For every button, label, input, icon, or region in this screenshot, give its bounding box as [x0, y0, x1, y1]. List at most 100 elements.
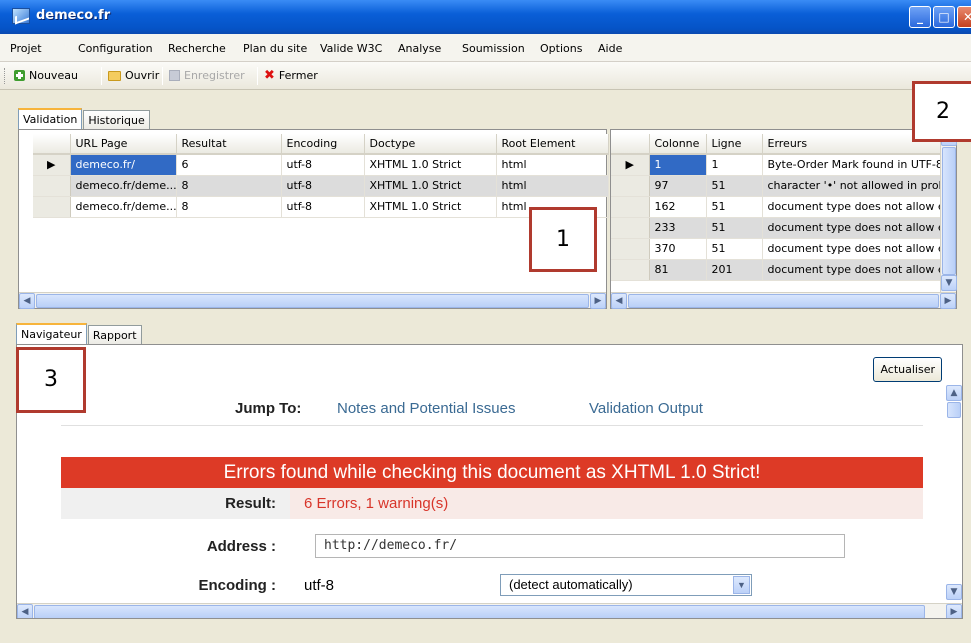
row-header[interactable] [611, 217, 650, 239]
row-header[interactable] [33, 196, 71, 218]
table-row[interactable]: 162 51 document type does not allow elen [611, 196, 942, 218]
table-row[interactable]: 233 51 document type does not allow elen [611, 217, 942, 239]
scroll-right-icon[interactable]: ▶ [946, 604, 962, 618]
menu-aide[interactable]: Aide [598, 42, 622, 55]
cell-erreur[interactable]: character '•' not allowed in prolog [762, 175, 942, 197]
vertical-scrollbar[interactable]: ▲ ▼ [940, 130, 957, 292]
tab-validation[interactable]: Validation [18, 108, 83, 130]
menu-analyse[interactable]: Analyse [398, 42, 441, 55]
horizontal-scrollbar[interactable]: ◀ ▶ [611, 292, 956, 309]
cell-colonne[interactable]: 370 [649, 238, 707, 260]
link-notes-issues[interactable]: Notes and Potential Issues [337, 400, 515, 417]
maximize-button[interactable]: □ [933, 6, 955, 28]
menu-configuration[interactable]: Configuration [78, 42, 153, 55]
menu-recherche[interactable]: Recherche [168, 42, 226, 55]
cell-url[interactable]: demeco.fr/ [70, 154, 177, 176]
scroll-right-icon[interactable]: ▶ [940, 293, 956, 309]
cell-url[interactable]: demeco.fr/deme... [70, 175, 177, 197]
cell-erreur[interactable]: document type does not allow elen [762, 217, 942, 239]
scroll-left-icon[interactable]: ◀ [17, 604, 33, 618]
horizontal-scrollbar[interactable]: ◀ ▶ [17, 603, 962, 618]
row-header[interactable] [611, 175, 650, 197]
cell-encoding[interactable]: utf-8 [281, 154, 365, 176]
minimize-button[interactable]: _ [909, 6, 931, 28]
table-row[interactable]: 97 51 character '•' not allowed in prolo… [611, 175, 942, 197]
scroll-thumb[interactable] [36, 294, 589, 308]
menu-plan-du-site[interactable]: Plan du site [243, 42, 307, 55]
cell-root[interactable]: html [496, 154, 609, 176]
scroll-up-icon[interactable]: ▲ [946, 385, 962, 401]
row-header[interactable] [611, 259, 650, 281]
cell-erreur[interactable]: document type does not allow elen [762, 238, 942, 260]
horizontal-scrollbar[interactable]: ◀ ▶ [19, 292, 606, 309]
col-url-page[interactable]: URL Page [70, 134, 177, 155]
encoding-select[interactable]: (detect automatically) ▼ [500, 574, 752, 596]
scroll-thumb[interactable] [947, 402, 961, 418]
close-window-button[interactable]: ✕ [957, 6, 971, 28]
refresh-button[interactable]: Actualiser [873, 357, 942, 382]
table-row[interactable]: 370 51 document type does not allow elen [611, 238, 942, 260]
menu-projet[interactable]: Projet [10, 42, 42, 55]
tab-historique[interactable]: Historique [83, 110, 150, 129]
row-header[interactable] [33, 175, 71, 197]
tab-navigateur[interactable]: Navigateur [16, 323, 87, 345]
col-resultat[interactable]: Resultat [176, 134, 282, 155]
scroll-right-icon[interactable]: ▶ [590, 293, 606, 309]
cell-ligne[interactable]: 201 [706, 259, 763, 281]
scroll-thumb[interactable] [34, 605, 925, 618]
col-root-element[interactable]: Root Element [496, 134, 609, 155]
scroll-thumb[interactable] [942, 147, 956, 275]
table-row[interactable]: ▶ 1 1 Byte-Order Mark found in UTF-8 Fi [611, 154, 942, 176]
cell-colonne[interactable]: 162 [649, 196, 707, 218]
table-row[interactable]: demeco.fr/deme... 8 utf-8 XHTML 1.0 Stri… [33, 196, 609, 218]
cell-colonne[interactable]: 233 [649, 217, 707, 239]
cell-resultat[interactable]: 8 [176, 196, 282, 218]
cell-url[interactable]: demeco.fr/deme... [70, 196, 177, 218]
cell-ligne[interactable]: 1 [706, 154, 763, 176]
table-row[interactable]: 81 201 document type does not allow elen [611, 259, 942, 281]
cell-ligne[interactable]: 51 [706, 238, 763, 260]
open-button[interactable]: Ouvrir [108, 69, 159, 82]
menu-options[interactable]: Options [540, 42, 582, 55]
table-row[interactable]: ▶ demeco.fr/ 6 utf-8 XHTML 1.0 Strict ht… [33, 154, 609, 176]
tab-rapport[interactable]: Rapport [87, 325, 142, 344]
cell-colonne[interactable]: 1 [649, 154, 707, 176]
menu-soumission[interactable]: Soumission [462, 42, 525, 55]
cell-ligne[interactable]: 51 [706, 196, 763, 218]
cell-doctype[interactable]: XHTML 1.0 Strict [364, 175, 497, 197]
table-row[interactable]: demeco.fr/deme... 8 utf-8 XHTML 1.0 Stri… [33, 175, 609, 197]
cell-resultat[interactable]: 8 [176, 175, 282, 197]
col-doctype[interactable]: Doctype [364, 134, 497, 155]
address-field[interactable]: http://demeco.fr/ [315, 534, 845, 558]
save-button[interactable]: Enregistrer [169, 69, 245, 82]
row-header[interactable] [611, 196, 650, 218]
col-ligne[interactable]: Ligne [706, 134, 763, 155]
cell-encoding[interactable]: utf-8 [281, 196, 365, 218]
menu-valide-w3c[interactable]: Valide W3C [320, 42, 382, 55]
link-validation-output[interactable]: Validation Output [589, 400, 703, 417]
new-button[interactable]: Nouveau [14, 69, 78, 82]
cell-erreur[interactable]: Byte-Order Mark found in UTF-8 Fi [762, 154, 942, 176]
scroll-down-icon[interactable]: ▼ [941, 275, 957, 291]
cell-ligne[interactable]: 51 [706, 175, 763, 197]
cell-doctype[interactable]: XHTML 1.0 Strict [364, 154, 497, 176]
chevron-down-icon[interactable]: ▼ [733, 576, 750, 594]
cell-ligne[interactable]: 51 [706, 217, 763, 239]
close-button[interactable]: ✖ Fermer [264, 69, 318, 83]
col-encoding[interactable]: Encoding [281, 134, 365, 155]
vertical-scrollbar[interactable]: ▲ ▼ [946, 385, 962, 600]
col-colonne[interactable]: Colonne [649, 134, 707, 155]
cell-colonne[interactable]: 97 [649, 175, 707, 197]
cell-encoding[interactable]: utf-8 [281, 175, 365, 197]
cell-erreur[interactable]: document type does not allow elen [762, 259, 942, 281]
cell-colonne[interactable]: 81 [649, 259, 707, 281]
toolbar-grip[interactable] [4, 68, 7, 84]
scroll-down-icon[interactable]: ▼ [946, 584, 962, 600]
row-header[interactable] [611, 238, 650, 260]
scroll-left-icon[interactable]: ◀ [19, 293, 35, 309]
cell-doctype[interactable]: XHTML 1.0 Strict [364, 196, 497, 218]
cell-erreur[interactable]: document type does not allow elen [762, 196, 942, 218]
scroll-left-icon[interactable]: ◀ [611, 293, 627, 309]
scroll-thumb[interactable] [628, 294, 939, 308]
cell-root[interactable]: html [496, 175, 609, 197]
